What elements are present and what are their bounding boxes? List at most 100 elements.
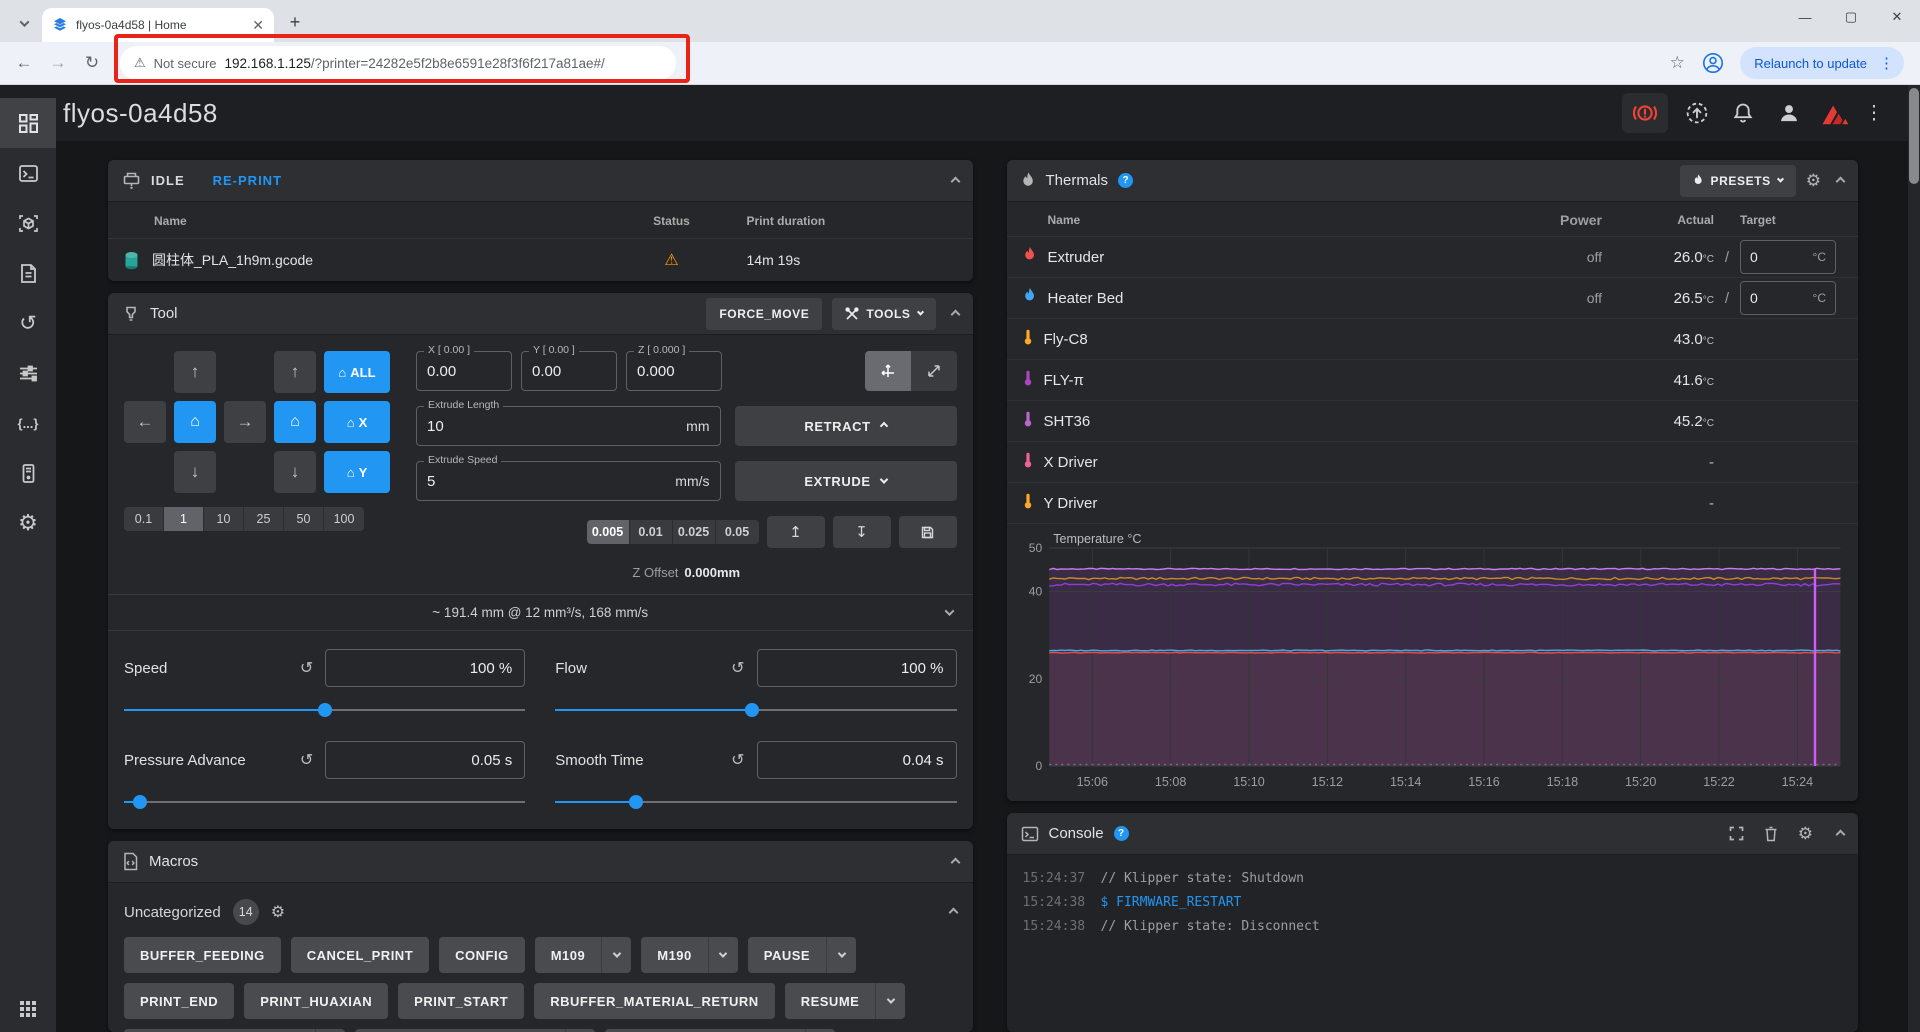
heater-target-input[interactable]: 0°C — [1740, 240, 1836, 274]
macro-button[interactable]: PRINT_START — [398, 983, 524, 1019]
sidebar-item-jobs[interactable] — [0, 248, 56, 298]
update-available-icon[interactable] — [1680, 96, 1714, 130]
speed-input[interactable]: 100 % — [325, 649, 525, 687]
sidebar-item-tune[interactable] — [0, 348, 56, 398]
thermals-collapse-button[interactable] — [1837, 172, 1844, 190]
bookmark-star-icon[interactable]: ☆ — [1662, 48, 1692, 78]
heater-name[interactable]: Heater Bed — [1048, 290, 1124, 307]
relaunch-to-update-button[interactable]: Relaunch to update ⋮ — [1740, 47, 1904, 79]
position-y-field[interactable]: Y [ 0.00 ] 0.00 — [521, 351, 617, 391]
user-account-icon[interactable] — [1772, 96, 1806, 130]
macro-button[interactable]: PRINT_HUAXIAN — [244, 983, 388, 1019]
move-step-button[interactable]: 10 — [204, 507, 244, 531]
move-step-button[interactable]: 50 — [284, 507, 324, 531]
new-tab-button[interactable]: + — [282, 9, 308, 35]
page-scrollbar[interactable] — [1908, 85, 1920, 1032]
back-button[interactable]: ← — [10, 49, 38, 77]
console-settings-gear-icon[interactable]: ⚙ — [1798, 824, 1813, 844]
sidebar-item-gcode-preview[interactable] — [0, 198, 56, 248]
z-offset-step-button[interactable]: 0.05 — [716, 520, 759, 544]
extrude-speed-field[interactable]: Extrude Speed 5 mm/s — [416, 461, 721, 501]
macro-button[interactable]: PAUSE — [748, 937, 856, 973]
home-z-button[interactable]: ⌂ — [274, 401, 316, 443]
window-close-button[interactable]: ✕ — [1874, 0, 1920, 34]
macro-button[interactable]: PRINT_END — [124, 983, 234, 1019]
z-offset-save-button[interactable] — [899, 516, 957, 548]
tab-close-icon[interactable]: ✕ — [252, 18, 264, 32]
pressure-advance-reset-icon[interactable]: ↺ — [300, 750, 313, 770]
temperature-chart[interactable]: 020405015:0615:0815:1015:1215:1415:1615:… — [1007, 524, 1859, 801]
macro-dropdown-toggle[interactable] — [708, 937, 738, 973]
sidebar-apps-button[interactable] — [0, 1000, 56, 1018]
speed-reset-icon[interactable]: ↺ — [300, 658, 313, 678]
heater-target-input[interactable]: 0°C — [1740, 281, 1836, 315]
macro-button[interactable]: M190 — [641, 937, 738, 973]
smooth-time-slider[interactable] — [555, 795, 956, 809]
macro-button[interactable]: RESUME — [785, 983, 906, 1019]
macro-button[interactable]: M109 — [535, 937, 632, 973]
app-menu-icon[interactable]: ⋮ — [1864, 102, 1884, 125]
macro-button[interactable]: CONFIG — [439, 937, 525, 973]
sidebar-item-settings[interactable]: ⚙ — [0, 498, 56, 548]
smooth-time-reset-icon[interactable]: ↺ — [731, 750, 744, 770]
sidebar-item-configuration[interactable]: {...} — [0, 398, 56, 448]
extrusion-stats-bar[interactable]: ~ 191.4 mm @ 12 mm³/s, 168 mm/s — [108, 594, 973, 631]
flow-slider[interactable] — [555, 703, 956, 717]
trash-icon[interactable] — [1764, 826, 1778, 842]
jog-z-plus-button[interactable]: ↑ — [274, 351, 316, 393]
z-offset-step-button[interactable]: 0.025 — [673, 520, 716, 544]
macro-dropdown-toggle[interactable] — [826, 937, 856, 973]
status-collapse-button[interactable] — [952, 172, 959, 190]
sensor-name[interactable]: Y Driver — [1044, 495, 1098, 512]
tool-collapse-button[interactable] — [952, 305, 959, 323]
macro-dropdown-toggle[interactable] — [875, 983, 905, 1019]
tab-search-button[interactable] — [10, 9, 38, 37]
browser-tab[interactable]: flyos-0a4d58 | Home ✕ — [42, 8, 274, 42]
speed-slider[interactable] — [124, 703, 525, 717]
sidebar-item-dashboard[interactable] — [0, 98, 56, 148]
retract-button[interactable]: RETRACT — [735, 406, 957, 446]
forward-button[interactable]: → — [44, 49, 72, 77]
macro-category-collapse-button[interactable] — [950, 903, 957, 921]
relative-move-icon[interactable] — [911, 351, 957, 391]
flow-input[interactable]: 100 % — [757, 649, 957, 687]
scrollbar-thumb[interactable] — [1909, 88, 1919, 184]
notifications-bell-icon[interactable] — [1726, 96, 1760, 130]
macro-dropdown-toggle[interactable] — [601, 937, 631, 973]
sidebar-item-system[interactable] — [0, 448, 56, 498]
pressure-advance-input[interactable]: 0.05 s — [325, 741, 525, 779]
jog-z-minus-button[interactable]: ↓ — [274, 451, 316, 493]
job-row[interactable]: 圆柱体_PLA_1h9m.gcode ⚠ 14m 19s — [108, 239, 973, 281]
z-offset-step-button[interactable]: 0.005 — [587, 520, 630, 544]
browser-menu-icon[interactable]: ⋮ — [1875, 54, 1898, 72]
sensor-name[interactable]: FLY-π — [1044, 372, 1084, 389]
move-step-button[interactable]: 0.1 — [124, 507, 164, 531]
console-help-icon[interactable]: ? — [1114, 826, 1129, 841]
address-bar[interactable]: ⚠ Not secure 192.168.1.125/?printer=2428… — [120, 46, 676, 80]
force-move-button[interactable]: FORCE_MOVE — [706, 298, 822, 330]
tools-dropdown-button[interactable]: TOOLS — [832, 298, 935, 330]
window-minimize-button[interactable]: — — [1782, 0, 1828, 34]
macros-collapse-button[interactable] — [952, 853, 959, 871]
pressure-advance-slider[interactable] — [124, 795, 525, 809]
z-offset-up-button[interactable]: ↥ — [767, 516, 825, 548]
position-z-field[interactable]: Z [ 0.000 ] 0.000 — [626, 351, 722, 391]
macro-button[interactable]: CANCEL_PRINT — [291, 937, 429, 973]
sensor-name[interactable]: X Driver — [1044, 454, 1098, 471]
console-log[interactable]: 15:24:37// Klipper state: Shutdown15:24:… — [1007, 855, 1859, 1032]
sensor-name[interactable]: SHT36 — [1044, 413, 1091, 430]
macro-settings-gear-icon[interactable]: ⚙ — [271, 902, 285, 922]
sensor-name[interactable]: Fly-C8 — [1044, 331, 1088, 348]
smooth-time-input[interactable]: 0.04 s — [757, 741, 957, 779]
move-step-button[interactable]: 100 — [324, 507, 364, 531]
sidebar-item-history[interactable]: ↺ — [0, 298, 56, 348]
flow-reset-icon[interactable]: ↺ — [731, 658, 744, 678]
extrude-length-field[interactable]: Extrude Length 10 mm — [416, 406, 721, 446]
sidebar-item-console[interactable] — [0, 148, 56, 198]
home-all-button[interactable]: ⌂ALL — [324, 351, 390, 393]
absolute-move-icon[interactable] — [865, 351, 911, 391]
z-offset-step-button[interactable]: 0.01 — [630, 520, 673, 544]
profile-icon[interactable] — [1698, 48, 1728, 78]
macro-button[interactable]: BUFFER_FEEDING — [124, 937, 281, 973]
home-x-button[interactable]: ⌂X — [324, 401, 390, 443]
